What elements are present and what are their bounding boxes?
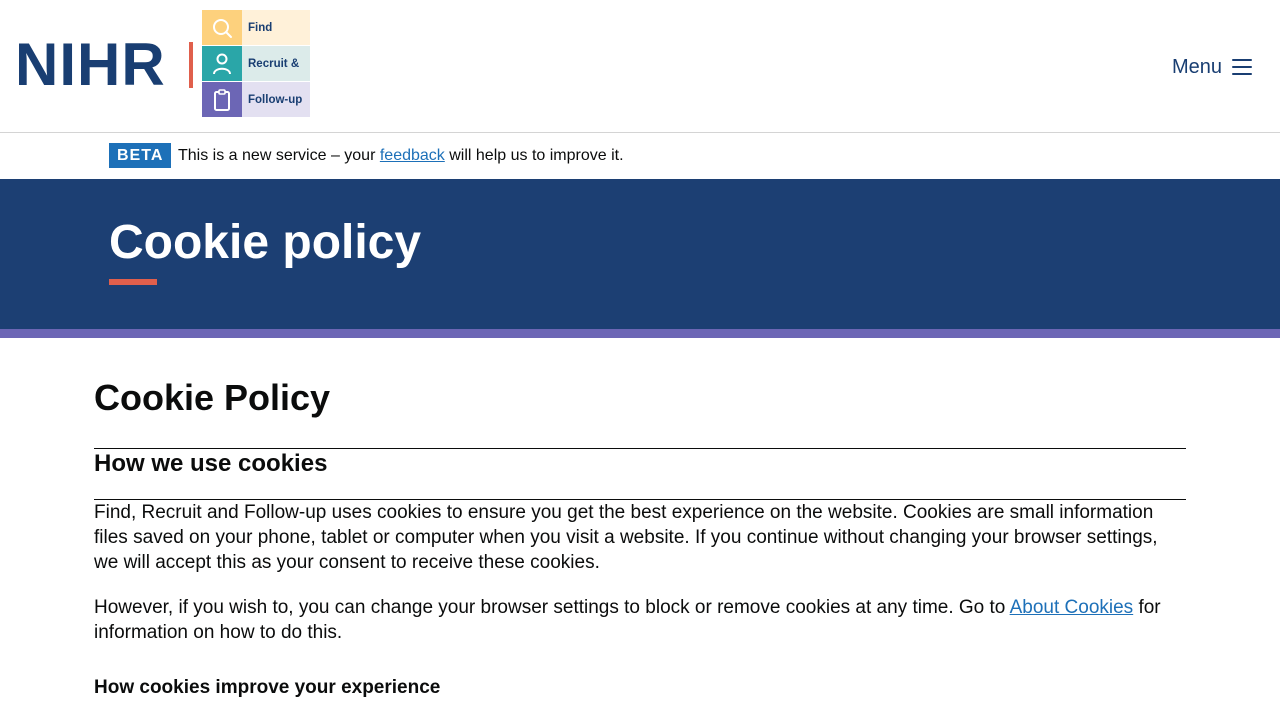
- feedback-link[interactable]: feedback: [380, 147, 445, 164]
- menu-button[interactable]: Menu: [1172, 54, 1252, 80]
- menu-label: Menu: [1171, 55, 1222, 78]
- content-heading: Cookie Policy: [94, 377, 331, 418]
- title-underline: [109, 279, 157, 285]
- logo-tile-find-label: Find: [242, 10, 310, 45]
- cookie-intro-paragraph: Find, Recruit and Follow-up uses cookies…: [94, 502, 1158, 573]
- hero-accent-strip: [0, 329, 1280, 338]
- beta-message: This is a new service – your feedback wi…: [178, 146, 624, 166]
- beta-tag: BETA: [109, 143, 172, 168]
- logo-tile-follow-up: Follow-up: [202, 82, 310, 117]
- paragraph-2-before: However, if you wish to, you can change …: [94, 597, 1010, 618]
- beta-banner: BETA This is a new service – your feedba…: [0, 133, 1280, 179]
- browser-settings-paragraph: However, if you wish to, you can change …: [94, 595, 1186, 645]
- logo-tile-find: Find: [202, 10, 310, 45]
- sub-heading: How cookies improve your experience: [94, 677, 441, 698]
- logo-divider: [189, 42, 193, 88]
- about-cookies-link[interactable]: About Cookies: [1010, 597, 1134, 618]
- beta-text-after: will help us to improve it.: [444, 147, 624, 164]
- page-hero: Cookie policy: [0, 179, 1280, 329]
- person-icon: [202, 46, 242, 81]
- page-title: Cookie policy: [109, 216, 422, 269]
- nihr-logo-text: NIHR: [15, 31, 166, 98]
- logo-tile-follow-up-label: Follow-up: [242, 82, 310, 117]
- clipboard-icon: [202, 82, 242, 117]
- logo-tile-recruit-label: Recruit &: [242, 46, 310, 81]
- search-icon: [202, 10, 242, 45]
- section-heading: How we use cookies: [94, 450, 328, 477]
- site-logo-link[interactable]: NIHR Find Recruit & Follow-up: [15, 10, 311, 118]
- beta-text-before: This is a new service – your: [178, 147, 380, 164]
- logo-tile-recruit: Recruit &: [202, 46, 310, 81]
- site-header: NIHR Find Recruit & Follow-up Menu: [0, 0, 1280, 133]
- hamburger-menu-icon: [1232, 59, 1252, 75]
